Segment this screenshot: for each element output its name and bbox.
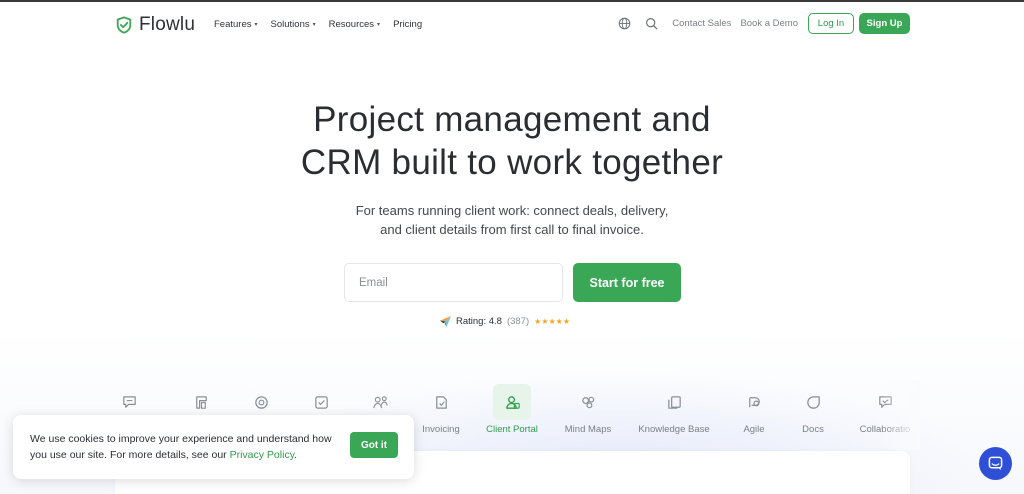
cookie-banner: We use cookies to improve your experienc…: [13, 415, 414, 479]
feature-tab-docs[interactable]: Docs: [773, 384, 853, 440]
chat-widget-button[interactable]: [979, 447, 1012, 480]
main-nav: Features ▾ Solutions ▾ Resources ▾ Prici…: [214, 19, 422, 30]
hero-title: Project management and CRM built to work…: [0, 98, 1024, 184]
scroll-icon: [195, 396, 207, 409]
cookie-text-end: .: [294, 449, 298, 461]
nav-resources-label: Resources: [328, 19, 375, 30]
invoice-icon: [435, 396, 447, 409]
nav-pricing[interactable]: Pricing: [393, 19, 422, 30]
chat-bubble-icon: [122, 396, 136, 408]
rating-label: Rating: 4.8: [456, 316, 502, 327]
tabs-scroll-fade: [880, 380, 920, 450]
nav-resources[interactable]: Resources ▾: [329, 19, 380, 30]
mind-map-icon: [581, 396, 594, 409]
nav-solutions-label: Solutions: [270, 19, 310, 30]
email-input[interactable]: [344, 263, 563, 302]
chevron-down-icon: ▾: [377, 22, 381, 28]
nav-pricing-label: Pricing: [393, 19, 423, 30]
feature-tab-mind-maps[interactable]: Mind Maps: [548, 384, 628, 440]
start-for-free-button[interactable]: Start for free: [573, 263, 681, 302]
hero-subtitle: For teams running client work: connect d…: [0, 201, 1024, 239]
chat-icon: [988, 456, 1003, 471]
feature-tab-client-portal[interactable]: Client Portal: [472, 384, 552, 440]
logo[interactable]: Flowlu: [115, 14, 195, 36]
capterra-icon: [440, 316, 451, 327]
chevron-down-icon: ▾: [254, 22, 258, 28]
privacy-policy-link[interactable]: Privacy Policy: [230, 449, 295, 461]
site-header: Flowlu Features ▾ Solutions ▾ Resources …: [0, 2, 1024, 48]
nav-solutions[interactable]: Solutions ▾: [271, 19, 316, 30]
people-icon: [372, 396, 388, 409]
logo-check-icon: [116, 16, 132, 34]
chevron-down-icon: ▾: [312, 22, 316, 28]
cookie-message: We use cookies to improve your experienc…: [30, 431, 350, 463]
docs-icon: [806, 396, 820, 409]
signup-button[interactable]: Sign Up: [859, 13, 910, 34]
coin-icon: [254, 396, 268, 409]
feature-tab-knowledge-base[interactable]: Knowledge Base: [634, 384, 714, 440]
hero-title-line-1: Project management and: [313, 100, 711, 139]
nav-features-label: Features: [214, 19, 252, 30]
knowledge-base-icon: [667, 396, 681, 409]
rating-stars: ★★★★★: [534, 317, 570, 326]
contact-sales-link[interactable]: Contact Sales: [672, 18, 731, 29]
agile-icon: [748, 397, 760, 408]
feature-tab-label: Docs: [802, 424, 824, 435]
logo-text: Flowlu: [139, 14, 196, 35]
cookie-accept-button[interactable]: Got it: [350, 432, 398, 458]
hero-title-line-2: CRM built to work together: [300, 143, 724, 182]
hero-subtitle-line-1: For teams running client work: connect d…: [355, 203, 669, 218]
login-button[interactable]: Log In: [808, 13, 854, 34]
globe-icon[interactable]: [618, 17, 631, 30]
hero-subtitle-line-2: and client details from first call to fi…: [380, 222, 644, 237]
book-demo-link[interactable]: Book a Demo: [740, 18, 798, 29]
window-top-border: [0, 0, 1024, 2]
nav-features[interactable]: Features ▾: [214, 19, 258, 30]
rating-count: (387): [506, 316, 530, 327]
search-icon[interactable]: [645, 17, 658, 30]
feature-tab-label: Knowledge Base: [638, 424, 710, 435]
header-actions: Contact Sales Book a Demo Log In Sign Up: [618, 13, 910, 34]
rating: Rating: 4.8 (387) ★★★★★: [440, 316, 570, 327]
client-portal-icon: [505, 396, 520, 409]
feature-tab-label: Mind Maps: [564, 424, 612, 435]
checklist-icon: [314, 396, 328, 409]
feature-tab-label: Client Portal: [486, 424, 538, 435]
